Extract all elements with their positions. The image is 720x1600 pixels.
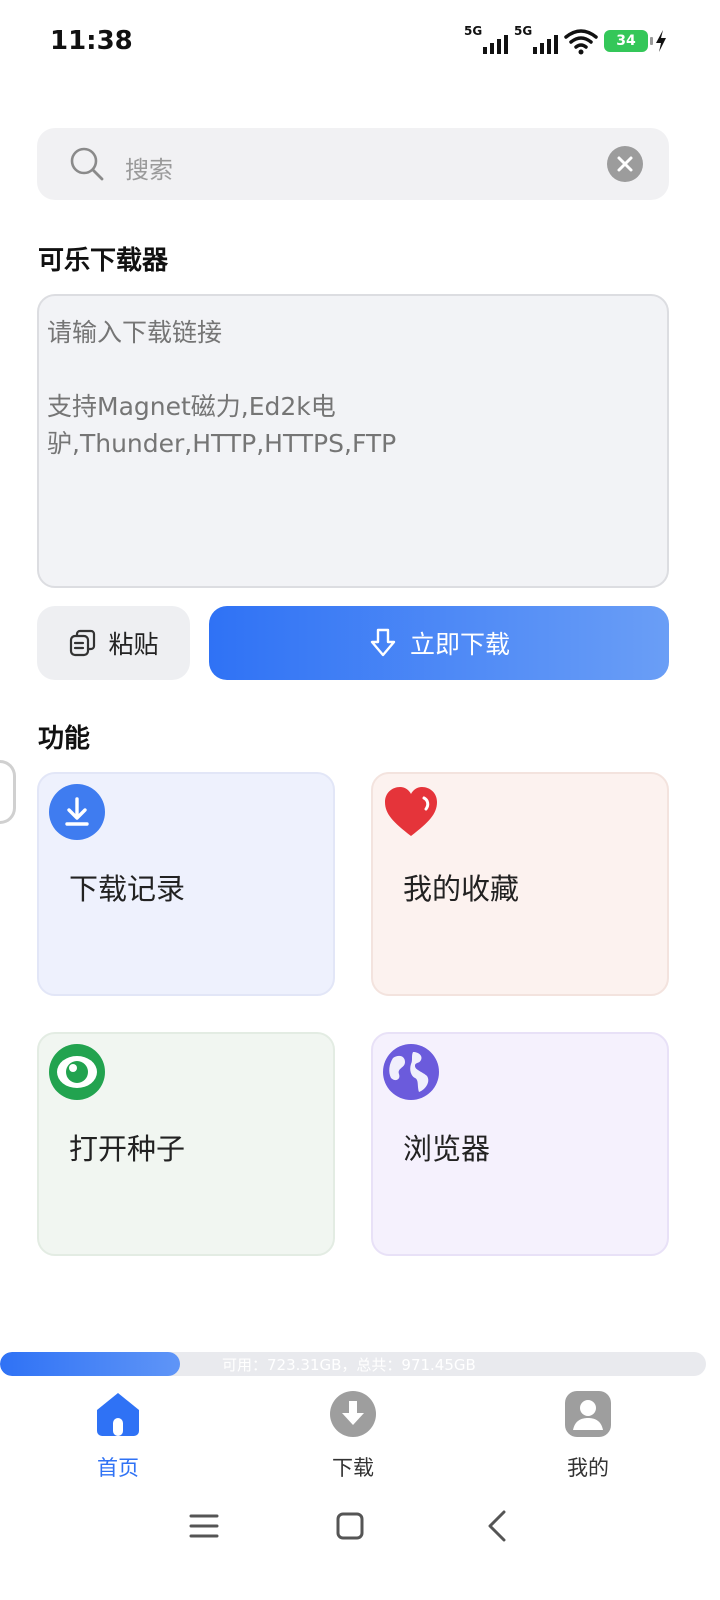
clipboard-icon <box>70 629 96 657</box>
network-type: 5G <box>514 24 533 38</box>
card-label: 打开种子 <box>69 1132 186 1166</box>
home-icon <box>97 1393 139 1436</box>
status-bar: 11:38 5G 5G 34 <box>0 0 720 88</box>
download-arrow-icon <box>370 628 396 657</box>
download-now-button[interactable]: 立即下载 <box>209 606 669 680</box>
card-label: 浏览器 <box>403 1132 491 1166</box>
status-icons: 5G 5G 34 <box>464 24 668 58</box>
eye-icon <box>49 1044 105 1100</box>
wifi-icon <box>564 29 598 55</box>
charging-icon <box>656 30 666 52</box>
storage-text: 可用：723.31GB，总共：971.45GB <box>222 1356 476 1374</box>
card-label: 我的收藏 <box>403 872 520 906</box>
open-torrent-card[interactable]: 打开种子 <box>37 1032 335 1256</box>
edge-handle[interactable] <box>0 760 16 824</box>
bottom-nav: 首页 下载 我的 <box>0 1378 720 1488</box>
download-now-label: 立即下载 <box>409 630 510 659</box>
profile-icon <box>565 1391 611 1437</box>
network-type: 5G <box>464 24 483 38</box>
globe-icon <box>383 1044 439 1100</box>
nav-home[interactable]: 首页 <box>58 1390 178 1480</box>
nav-label: 我的 <box>567 1456 609 1480</box>
paste-label: 粘贴 <box>108 630 159 659</box>
nav-label: 下载 <box>332 1456 374 1480</box>
nav-mine[interactable]: 我的 <box>528 1390 648 1480</box>
back-icon[interactable] <box>478 1506 518 1546</box>
search-input[interactable]: 搜索 <box>125 150 173 185</box>
signal-icon: 5G <box>464 24 508 58</box>
signal-icon: 5G <box>514 24 558 58</box>
storage-bar: 可用：723.31GB，总共：971.45GB <box>0 1352 706 1376</box>
download-circle-icon <box>330 1391 376 1437</box>
home-button-icon[interactable] <box>330 1506 370 1546</box>
menu-icon[interactable] <box>184 1506 224 1546</box>
nav-download[interactable]: 下载 <box>293 1390 413 1480</box>
system-nav-bar <box>0 1488 720 1600</box>
paste-button[interactable]: 粘贴 <box>37 606 190 680</box>
downloader-title: 可乐下载器 <box>38 246 169 276</box>
status-time: 11:38 <box>50 26 133 56</box>
search-bar[interactable]: 搜索 <box>37 128 669 200</box>
battery-icon: 34 <box>604 30 653 52</box>
clear-icon[interactable] <box>607 146 643 182</box>
download-history-card[interactable]: 下载记录 <box>37 772 335 996</box>
download-icon <box>49 784 105 840</box>
heart-icon <box>385 787 437 836</box>
favorites-card[interactable]: 我的收藏 <box>371 772 669 996</box>
browser-card[interactable]: 浏览器 <box>371 1032 669 1256</box>
search-icon <box>70 147 104 181</box>
download-link-input[interactable] <box>37 294 669 588</box>
card-label: 下载记录 <box>69 872 186 906</box>
features-title: 功能 <box>38 724 91 754</box>
storage-usage-fill <box>0 1352 181 1376</box>
nav-label: 首页 <box>97 1456 139 1480</box>
